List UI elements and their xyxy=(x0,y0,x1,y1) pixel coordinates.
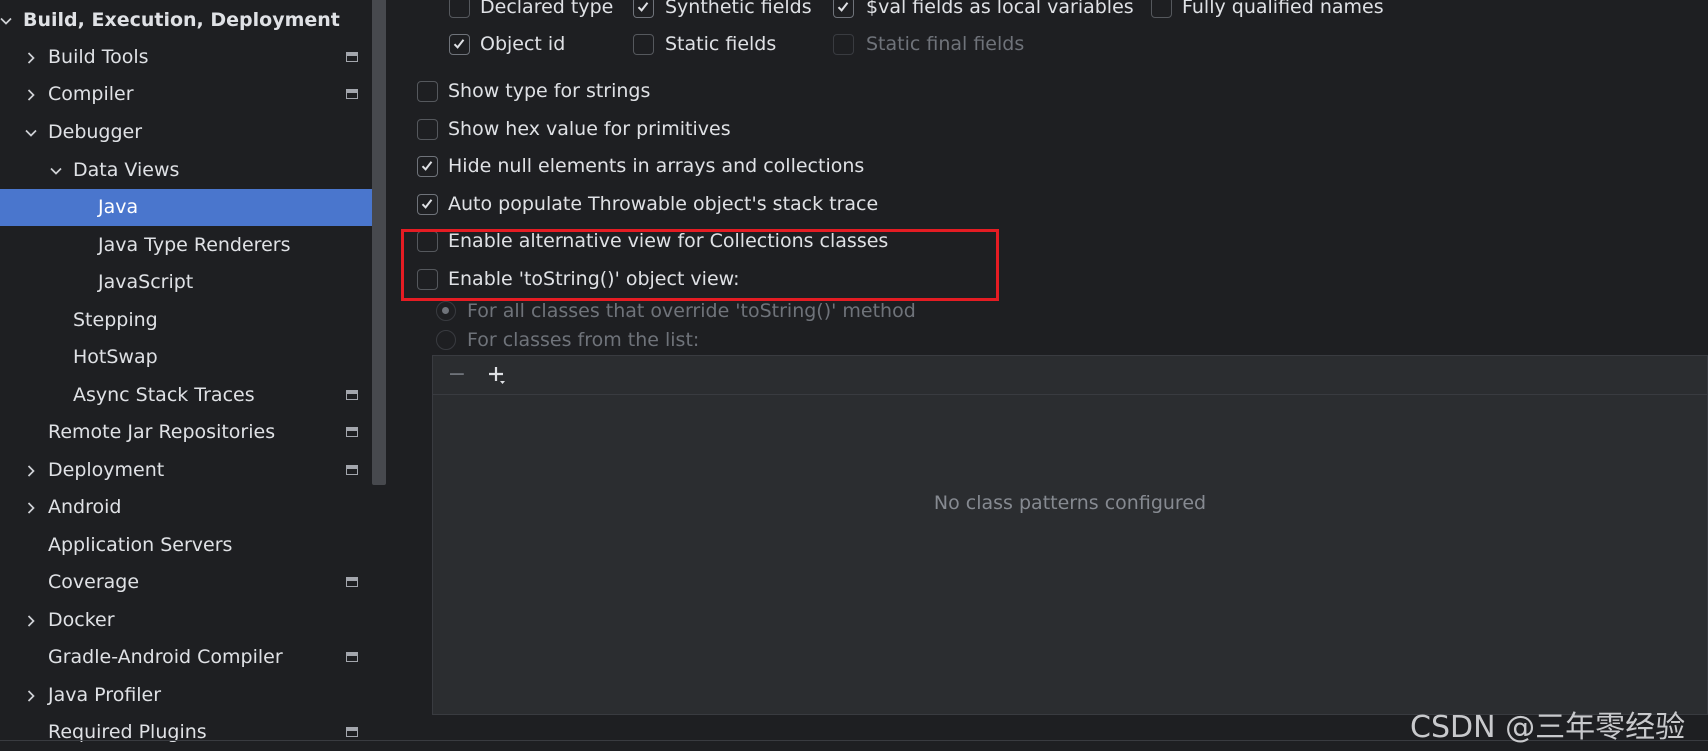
tree-item-java-type-renderers[interactable]: Java Type Renderers xyxy=(0,227,386,264)
show-hex-label: Show hex value for primitives xyxy=(448,118,731,140)
project-scope-icon xyxy=(346,727,358,737)
tree-item-required-plugins[interactable]: Required Plugins xyxy=(0,714,386,751)
tree-item-debugger[interactable]: Debugger xyxy=(0,114,386,151)
tree-item-label: Deployment xyxy=(48,459,165,481)
hide-null-checkbox[interactable] xyxy=(417,156,438,177)
fully-qualified-names-label: Fully qualified names xyxy=(1182,0,1384,18)
tree-item-compiler[interactable]: Compiler xyxy=(0,76,386,113)
class-pattern-list: − No class patterns configured xyxy=(432,355,1708,715)
checkmark-icon xyxy=(453,39,465,49)
chevron-right-icon[interactable] xyxy=(21,602,41,639)
static-final-fields-checkbox[interactable] xyxy=(833,34,854,55)
tree-item-label: Java Profiler xyxy=(48,684,162,706)
tree-item-label: Docker xyxy=(48,609,115,631)
tree-item-label: Java xyxy=(98,196,139,218)
show-type-strings-checkbox[interactable] xyxy=(417,81,438,102)
tree-item-label: Remote Jar Repositories xyxy=(48,421,276,443)
static-fields-label: Static fields xyxy=(665,33,777,55)
tree-item-label: JavaScript xyxy=(98,271,194,293)
chevron-down-icon[interactable] xyxy=(21,114,41,151)
synthetic-fields-checkbox[interactable] xyxy=(633,0,654,18)
tree-item-coverage[interactable]: Coverage xyxy=(0,564,386,601)
highlight-annotation-box xyxy=(401,229,999,301)
project-scope-icon xyxy=(346,390,358,400)
settings-tree: Build, Execution, Deployment Build Tools… xyxy=(0,0,386,751)
tree-item-label: Data Views xyxy=(73,159,180,181)
chevron-right-icon[interactable] xyxy=(21,39,41,76)
pattern-list-toolbar: − xyxy=(433,356,1707,395)
chevron-down-icon[interactable] xyxy=(0,2,16,39)
classes-from-list-label: For classes from the list: xyxy=(467,329,700,351)
tree-section-build-execution-deployment[interactable]: Build, Execution, Deployment xyxy=(0,2,386,39)
tree-item-label: HotSwap xyxy=(73,346,158,368)
empty-list-message: No class patterns configured xyxy=(933,492,1207,514)
chevron-right-icon[interactable] xyxy=(21,489,41,526)
project-scope-icon xyxy=(346,465,358,475)
fully-qualified-names-checkbox[interactable] xyxy=(1151,0,1172,18)
show-type-strings-label: Show type for strings xyxy=(448,80,651,102)
project-scope-icon xyxy=(346,89,358,99)
declared-type-checkbox[interactable] xyxy=(449,0,470,18)
chevron-right-icon[interactable] xyxy=(21,677,41,714)
chevron-down-icon[interactable] xyxy=(46,152,66,189)
tree-item-gradle-android-compiler[interactable]: Gradle-Android Compiler xyxy=(0,639,386,676)
tree-item-label: Compiler xyxy=(48,83,134,105)
project-scope-icon xyxy=(346,427,358,437)
checkmark-icon xyxy=(421,161,433,171)
tree-item-label: Build Tools xyxy=(48,46,149,68)
classes-from-list-radio[interactable] xyxy=(436,330,456,350)
chevron-right-icon[interactable] xyxy=(21,76,41,113)
remove-pattern-button[interactable]: − xyxy=(443,361,471,389)
tree-item-stepping[interactable]: Stepping xyxy=(0,302,386,339)
static-fields-checkbox[interactable] xyxy=(633,34,654,55)
tree-item-javascript[interactable]: JavaScript xyxy=(0,264,386,301)
sidebar-scrollbar[interactable] xyxy=(372,0,386,485)
tree-item-docker[interactable]: Docker xyxy=(0,602,386,639)
tree-item-label: Stepping xyxy=(73,309,158,331)
tree-item-label: Application Servers xyxy=(48,534,233,556)
val-fields-checkbox[interactable] xyxy=(833,0,854,18)
auto-populate-checkbox[interactable] xyxy=(417,194,438,215)
tree-item-hotswap[interactable]: HotSwap xyxy=(0,339,386,376)
hide-null-label: Hide null elements in arrays and collect… xyxy=(448,155,865,177)
object-id-checkbox[interactable] xyxy=(449,34,470,55)
val-fields-label: $val fields as local variables xyxy=(866,0,1134,18)
tree-item-label: Java Type Renderers xyxy=(98,234,291,256)
tree-item-data-views[interactable]: Data Views xyxy=(0,152,386,189)
tree-item-label: Coverage xyxy=(48,571,140,593)
tree-item-java-profiler[interactable]: Java Profiler xyxy=(0,677,386,714)
tree-section-label: Build, Execution, Deployment xyxy=(23,9,340,31)
tree-item-label: Required Plugins xyxy=(48,721,207,743)
for-all-classes-radio[interactable] xyxy=(436,301,456,321)
declared-type-label: Declared type xyxy=(480,0,614,18)
add-pattern-button[interactable] xyxy=(483,361,511,389)
static-final-fields-label: Static final fields xyxy=(866,33,1025,55)
tree-item-application-servers[interactable]: Application Servers xyxy=(0,527,386,564)
auto-populate-label: Auto populate Throwable object's stack t… xyxy=(448,193,879,215)
plus-icon xyxy=(489,367,505,384)
for-all-classes-label: For all classes that override 'toString(… xyxy=(467,300,916,322)
tree-item-label: Async Stack Traces xyxy=(73,384,255,406)
object-id-label: Object id xyxy=(480,33,566,55)
project-scope-icon xyxy=(346,652,358,662)
checkmark-icon xyxy=(421,199,433,209)
tree-item-label: Android xyxy=(48,496,122,518)
tree-item-remote-jar-repositories[interactable]: Remote Jar Repositories xyxy=(0,414,386,451)
checkmark-icon xyxy=(637,2,649,12)
show-hex-checkbox[interactable] xyxy=(417,119,438,140)
project-scope-icon xyxy=(346,52,358,62)
tree-item-java[interactable]: Java xyxy=(0,189,386,226)
checkmark-icon xyxy=(837,2,849,12)
tree-item-android[interactable]: Android xyxy=(0,489,386,526)
tree-item-deployment[interactable]: Deployment xyxy=(0,452,386,489)
synthetic-fields-label: Synthetic fields xyxy=(665,0,812,18)
tree-item-label: Gradle-Android Compiler xyxy=(48,646,283,668)
tree-item-label: Debugger xyxy=(48,121,143,143)
chevron-right-icon[interactable] xyxy=(21,452,41,489)
watermark-text: CSDN @三年零经验 xyxy=(1410,710,1686,745)
project-scope-icon xyxy=(346,577,358,587)
tree-item-async-stack-traces[interactable]: Async Stack Traces xyxy=(0,377,386,414)
tree-item-build-tools[interactable]: Build Tools xyxy=(0,39,386,76)
